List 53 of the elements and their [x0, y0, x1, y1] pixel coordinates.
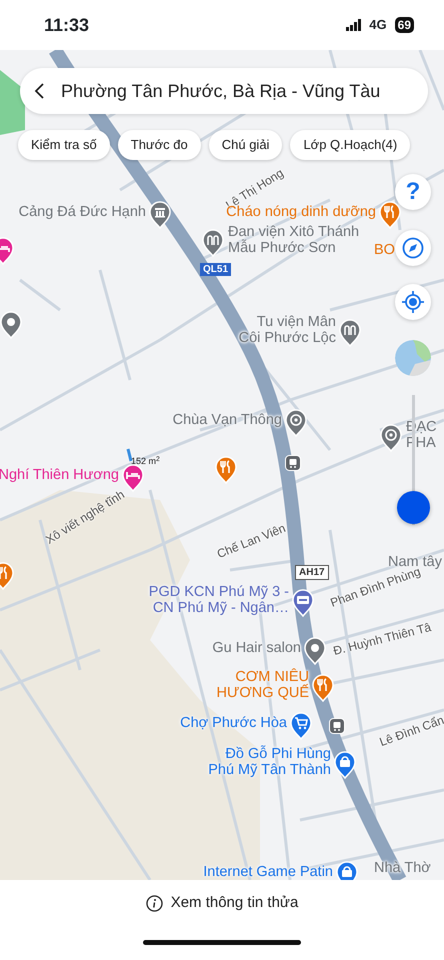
locate-button[interactable]: [395, 284, 431, 320]
street-label: Chế Lan Viên: [214, 520, 288, 563]
signal-icon: [346, 19, 362, 31]
fork-knife-pin-icon[interactable]: [379, 201, 401, 229]
chip-button[interactable]: Kiểm tra số: [18, 130, 110, 160]
street-label: Xô viết nghệ tĩnh: [42, 486, 128, 548]
dot-pin-icon[interactable]: [0, 311, 22, 339]
street-label: Lê Đình Cẩn: [376, 712, 444, 751]
place-label: BO: [374, 242, 395, 258]
place-label: CƠM NIÊU HƯƠNG QUẾ: [216, 669, 309, 701]
place-label: Nghí Thiên Hương: [0, 467, 119, 483]
bank-pin-icon[interactable]: [292, 589, 314, 617]
chip-button[interactable]: Thước đo: [118, 130, 201, 160]
view-parcel-info-link[interactable]: Xem thông tin thửa: [146, 892, 298, 914]
place-label: PGD KCN Phú Mỹ 3 - CN Phú Mỹ - Ngân…: [148, 584, 289, 616]
chip-button[interactable]: Lớp Q.Hoạch(4): [290, 130, 410, 160]
locate-icon: [402, 291, 424, 313]
place-label: Nam tây: [388, 554, 442, 570]
bed-pin-icon[interactable]: [122, 464, 144, 492]
street-label: Đ. Huỳnh Thiên Tâ: [331, 619, 433, 660]
back-button[interactable]: [34, 83, 45, 99]
fork-knife-pin-icon[interactable]: [215, 456, 237, 484]
place-label: Chợ Phước Hòa: [180, 715, 287, 731]
status-time: 11:33: [44, 14, 90, 36]
compass-icon: [402, 237, 424, 259]
zoom-slider-thumb[interactable]: [397, 490, 430, 524]
place-label: Cảng Đá Đức Hạnh: [18, 204, 146, 220]
arches-pin-icon[interactable]: [339, 319, 361, 347]
place-label: Đan viện Xitô Thánh Mẫu Phước Sơn: [228, 224, 360, 256]
place-label: Internet Game Patin: [203, 864, 333, 880]
park-area: [0, 70, 25, 135]
fork-knife-pin-icon[interactable]: [312, 674, 334, 702]
arches-pin-icon[interactable]: [202, 229, 224, 257]
bag-pin-icon[interactable]: [334, 751, 356, 779]
help-button[interactable]: ?: [395, 174, 431, 210]
info-icon: [146, 894, 163, 912]
compass-button[interactable]: [395, 230, 431, 266]
chip-button[interactable]: Chú giải: [208, 130, 282, 160]
building-pin-icon[interactable]: [149, 201, 171, 229]
cart-pin-icon[interactable]: [290, 712, 312, 740]
road-shield: AH17: [295, 565, 329, 580]
wheel-pin-icon[interactable]: [285, 409, 307, 437]
battery-level: 69: [394, 17, 414, 33]
wheel-pin-icon[interactable]: [380, 424, 402, 452]
network-label: 4G: [369, 16, 387, 34]
road-shield: QL51: [200, 263, 232, 276]
dot-pin-icon[interactable]: [304, 637, 326, 665]
parcel-marker-icon: [126, 448, 133, 462]
back-icon: [34, 83, 45, 99]
place-label: Đồ Gỗ Phi Hùng Phú Mỹ Tân Thành: [208, 746, 331, 778]
header-title: Phường Tân Phước, Bà Rịa - Vũng Tàu: [61, 80, 380, 103]
place-label: Gu Hair salon: [212, 640, 301, 656]
area-label: 152 m$^{2}$: [131, 455, 160, 468]
